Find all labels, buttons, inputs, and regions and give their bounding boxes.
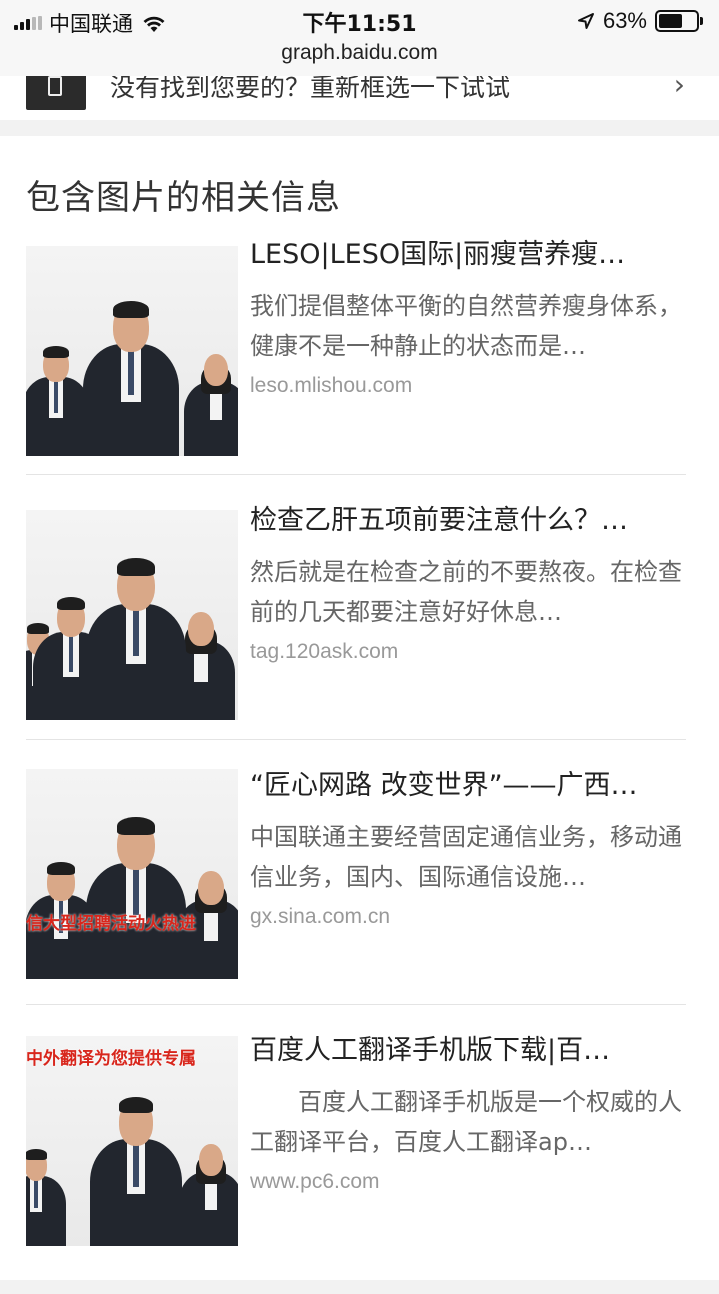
battery-icon — [655, 10, 705, 32]
url-bar[interactable]: graph.baidu.com — [0, 40, 719, 76]
person-figure — [26, 329, 90, 456]
result-description: 我们提倡整体平衡的自然营养瘦身体系，健康不是一种静止的状态而是… — [250, 292, 682, 360]
result-description: 百度人工翻译手机版是一个权威的人工翻译平台，百度人工翻译ap… — [250, 1088, 682, 1156]
battery-fill — [659, 14, 682, 28]
result-description: 然后就是在检查之前的不要熬夜。在检查前的几天都要注意好好休息… — [250, 558, 682, 626]
section-gap — [0, 120, 719, 136]
image-banner-text: 中外翻译为您提供专属 — [26, 1049, 196, 1069]
result-thumbnail[interactable] — [26, 510, 238, 720]
result-source-url: gx.sina.com.cn — [250, 905, 391, 928]
battery-percent: 63% — [602, 8, 647, 33]
person-figure — [26, 1134, 66, 1246]
result-description: 中国联通主要经营固定通信业务，移动通信业务，国内、国际通信设施… — [250, 823, 682, 891]
divider — [26, 474, 686, 475]
reselect-feedback-row[interactable]: 没有找到您要的？重新框选一下试试 › — [0, 76, 719, 120]
result-thumbnail[interactable] — [26, 246, 238, 456]
status-right: 63% — [577, 8, 705, 34]
result-title[interactable]: 检查乙肝五项前要注意什么？… — [250, 498, 686, 537]
crop-image-icon — [26, 76, 86, 110]
result-item[interactable]: 中外翻译为您提供专属 百度人工翻译手机版下载|百… 百度人工翻译手机版是一个权威… — [26, 1028, 686, 1294]
person-figure — [90, 1074, 182, 1246]
result-item[interactable]: 信大型招聘活动火热进 “匠心网路 改变世界”——广西… 中国联通主要经营固定通信… — [26, 763, 686, 1029]
result-source-url: www.pc6.com — [250, 1170, 380, 1193]
person-figure — [179, 1126, 238, 1246]
result-title[interactable]: “匠心网路 改变世界”——广西… — [250, 763, 686, 802]
image-banner-text: 信大型招聘活动火热进 — [26, 914, 196, 934]
result-source-url: leso.mlishou.com — [250, 374, 413, 397]
person-figure — [86, 792, 186, 979]
status-bar: 中国联通 下午11:51 63% — [0, 0, 719, 40]
result-item[interactable]: LESO|LESO国际|丽瘦营养瘦… 我们提倡整体平衡的自然营养瘦身体系，健康不… — [26, 232, 686, 498]
feedback-text: 没有找到您要的？重新框选一下试试 — [110, 76, 511, 102]
person-figure — [184, 336, 238, 456]
divider — [26, 1004, 686, 1005]
result-item[interactable]: 检查乙肝五项前要注意什么？… 然后就是在检查之前的不要熬夜。在检查前的几天都要注… — [26, 498, 686, 764]
divider — [26, 739, 686, 740]
person-figure — [83, 276, 179, 456]
result-title[interactable]: LESO|LESO国际|丽瘦营养瘦… — [250, 232, 686, 271]
result-thumbnail[interactable]: 信大型招聘活动火热进 — [26, 769, 238, 979]
person-figure — [86, 533, 186, 720]
result-title[interactable]: 百度人工翻译手机版下载|百… — [250, 1028, 686, 1067]
result-source-url: tag.120ask.com — [250, 640, 399, 663]
result-thumbnail[interactable]: 中外翻译为您提供专属 — [26, 1036, 238, 1246]
related-info-card: 包含图片的相关信息 LESO|LESO国际|丽瘦营养瘦… 我们提倡整体平衡的自然… — [0, 136, 719, 1280]
location-arrow-icon — [577, 13, 594, 29]
chevron-right-icon: › — [673, 76, 685, 101]
section-title: 包含图片的相关信息 — [26, 178, 341, 218]
url-text: graph.baidu.com — [281, 41, 438, 64]
